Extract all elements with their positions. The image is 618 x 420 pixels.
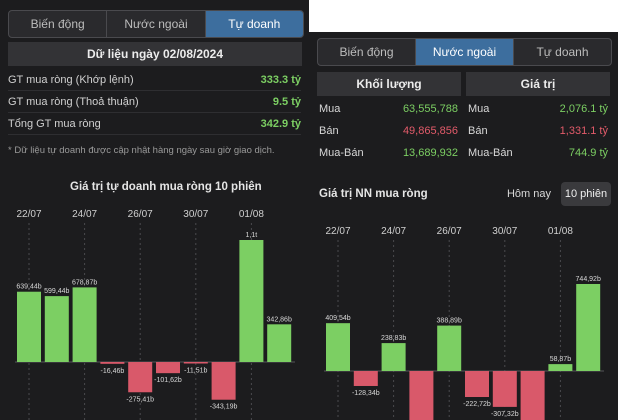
row-net-buy-negotiated: GT mua ròng (Thoả thuận) 9.5 tỷ [8, 91, 301, 113]
proprietary-trading-panel: Biến động Nước ngoài Tự doanh Dữ liệu ng… [0, 0, 309, 420]
date-label: 30/07 [183, 209, 208, 220]
row-value: 342.9 tỷ [260, 117, 301, 130]
toggle-today-button[interactable]: Hôm nay [502, 182, 556, 206]
row-label: Tổng GT mua ròng [8, 117, 101, 130]
net-value: 744.9 tỷ [568, 147, 608, 159]
bar-value-label: -343,19b [210, 404, 238, 411]
bar-value-label: 744,92b [576, 276, 601, 283]
foreign-net-buy-chart: 22/07 24/07 26/07 30/07 01/08 409,54b -128,34b… [324, 226, 604, 420]
bar[interactable] [156, 362, 180, 374]
bar[interactable] [211, 362, 236, 400]
tab-tu-doanh[interactable]: Tự doanh [514, 39, 611, 65]
bar[interactable] [409, 371, 434, 420]
date-label: 26/07 [437, 226, 462, 237]
bar[interactable] [492, 371, 517, 407]
bar[interactable] [239, 240, 264, 362]
bar-value-label: 639,44b [16, 284, 41, 291]
tab-tu-doanh[interactable]: Tự doanh [205, 11, 303, 37]
bar[interactable] [72, 287, 97, 362]
sell-label: Bán [319, 125, 339, 137]
bar[interactable] [437, 325, 462, 371]
bar[interactable] [548, 364, 573, 371]
toggle-10-sessions-button[interactable]: 10 phiên [561, 182, 611, 206]
date-label: 26/07 [128, 209, 153, 220]
bar[interactable] [353, 371, 378, 386]
bar[interactable] [520, 371, 545, 420]
chart-title: Giá trị NN mua ròng [319, 188, 428, 200]
net-buy-chart: 22/07 24/07 26/07 30/07 01/08 639,44b599,44b6… [15, 209, 295, 420]
bar-value-label: 409,54b [325, 315, 350, 322]
value-header: Giá trị [466, 72, 610, 96]
bar-value-label: -275,41b [126, 396, 154, 403]
date-label: 22/07 [325, 226, 350, 237]
bar-value-label: -222,72b [463, 401, 491, 408]
date-label: 24/07 [72, 209, 97, 220]
update-note: * Dữ liệu tự doanh được cập nhật hàng ng… [8, 145, 275, 156]
tab-nuoc-ngoai[interactable]: Nước ngoài [107, 11, 206, 37]
bar[interactable] [381, 343, 406, 371]
bar-value-label: -11,51b [184, 368, 207, 375]
row-net-buy-matched: GT mua ròng (Khớp lệnh) 333.3 tỷ [8, 69, 301, 91]
bar-value-label: 599,44b [44, 288, 69, 295]
tab-bien-dong[interactable]: Biến động [318, 39, 416, 65]
foreign-trading-panel: Biến động Nước ngoài Tự doanh Khối lượng… [309, 32, 618, 420]
sell-value: 1,331.1 tỷ [559, 125, 608, 137]
bar-value-label: -307,32b [491, 411, 519, 418]
bar[interactable] [576, 284, 601, 371]
buy-volume: 63,555,788 [402, 103, 458, 115]
bar-value-label: -16,46b [101, 368, 125, 375]
tab-nuoc-ngoai[interactable]: Nước ngoài [416, 39, 514, 65]
buy-value-label: Mua [468, 103, 490, 115]
net-label: Mua-Bán [319, 147, 364, 159]
row-total-net-buy: Tổng GT mua ròng 342.9 tỷ [8, 113, 301, 135]
bar[interactable] [44, 296, 69, 362]
row-value: 9.5 tỷ [272, 95, 301, 108]
bar-value-label: 58,87b [550, 356, 572, 363]
date-label: 01/08 [239, 209, 264, 220]
bar[interactable] [326, 323, 350, 371]
bar-value-label: 388,89b [437, 318, 462, 325]
bar[interactable] [128, 362, 153, 393]
bar[interactable] [267, 324, 292, 362]
bar[interactable] [183, 362, 208, 364]
date-label: 22/07 [16, 209, 41, 220]
row-label: GT mua ròng (Thoả thuận) [8, 95, 139, 108]
date-header: Dữ liệu ngày 02/08/2024 [8, 42, 302, 66]
date-label: 30/07 [492, 226, 517, 237]
date-label: 01/08 [548, 226, 573, 237]
bar[interactable] [100, 362, 125, 364]
bar-value-label: 342,86b [267, 316, 292, 323]
row-label: GT mua ròng (Khớp lệnh) [8, 73, 134, 86]
chart-title: Giá trị tự doanh mua ròng 10 phiên [70, 181, 262, 193]
row-value: 333.3 tỷ [260, 73, 301, 86]
bar-value-label: 678,87b [72, 279, 97, 286]
bar[interactable] [17, 291, 41, 362]
net-value-label: Mua-Bán [468, 147, 513, 159]
net-volume: 13,689,932 [402, 147, 458, 159]
bar-value-label: 238,83b [381, 335, 406, 342]
bar-value-label: 1,1t [246, 232, 258, 239]
tab-bar: Biến động Nước ngoài Tự doanh [8, 10, 304, 38]
date-label: 24/07 [381, 226, 406, 237]
bar[interactable] [465, 371, 489, 398]
volume-header: Khối lượng [317, 72, 461, 96]
bar-value-label: -128,34b [352, 390, 380, 397]
bar-value-label: -101,62b [154, 377, 182, 384]
sell-value-label: Bán [468, 125, 488, 137]
buy-value: 2,076.1 tỷ [559, 103, 608, 115]
tab-bien-dong[interactable]: Biến động [9, 11, 108, 37]
buy-label: Mua [319, 103, 341, 115]
tab-bar: Biến động Nước ngoài Tự doanh [317, 38, 612, 66]
sell-volume: 49,865,856 [402, 125, 458, 137]
